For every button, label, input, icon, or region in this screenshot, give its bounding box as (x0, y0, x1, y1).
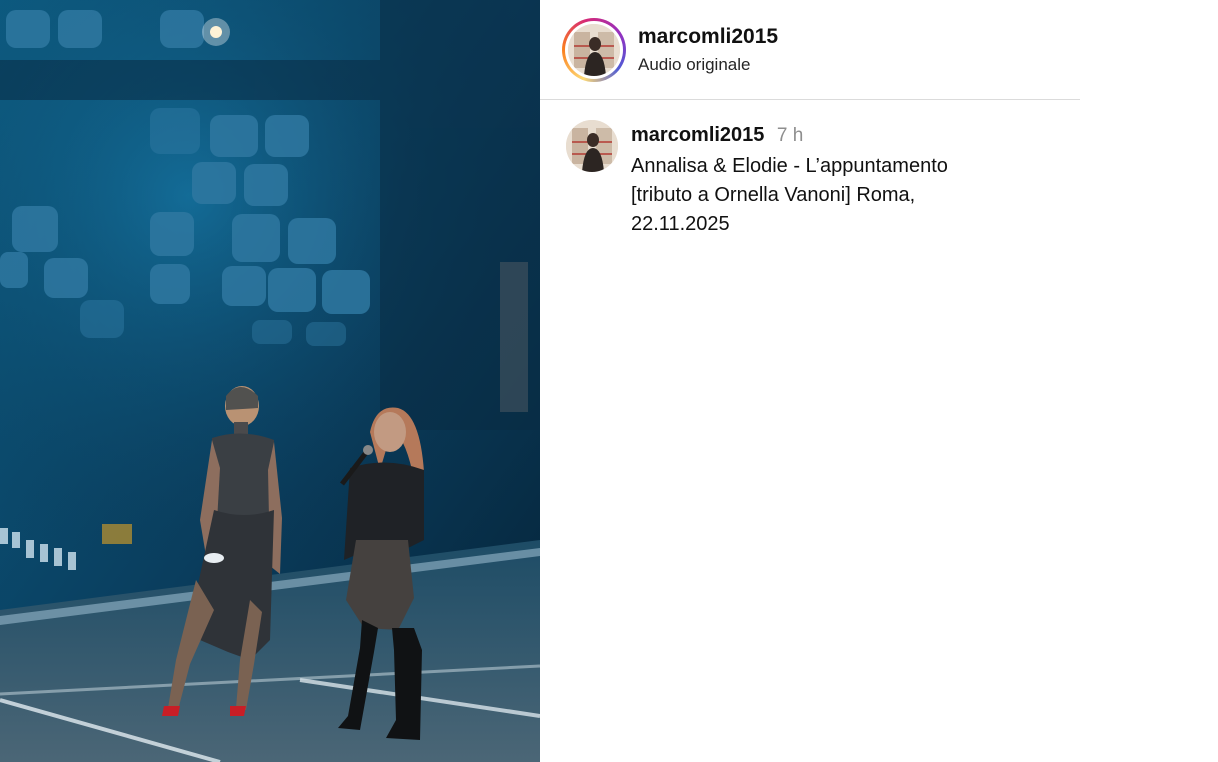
post-sidebar: marcomli2015 Audio originale marcomli201… (540, 0, 1218, 762)
caption-timestamp[interactable]: 7 h (777, 125, 803, 146)
avatar[interactable] (568, 24, 620, 76)
concert-photo (0, 0, 540, 762)
audio-attribution-link[interactable]: Audio originale (638, 55, 750, 75)
caption-header: marcomli2015 7 h (631, 124, 803, 147)
profile-story-ring-icon[interactable] (562, 18, 626, 82)
caption-text: Annalisa & Elodie - L’appuntamento [trib… (631, 152, 1011, 239)
avatar-image (568, 24, 620, 76)
caption-avatar-image (566, 120, 618, 172)
caption-avatar[interactable] (566, 120, 618, 172)
post-header: marcomli2015 Audio originale (540, 0, 1080, 100)
caption-username[interactable]: marcomli2015 (631, 124, 764, 146)
caption-line-2: [tributo a Ornella Vanoni] Roma, (631, 184, 916, 206)
caption-line-1: Annalisa & Elodie - L’appuntamento (631, 155, 948, 177)
caption-line-3: 22.11.2025 (631, 213, 730, 235)
post-media[interactable] (0, 0, 540, 762)
post-author-username[interactable]: marcomli2015 (638, 25, 778, 49)
